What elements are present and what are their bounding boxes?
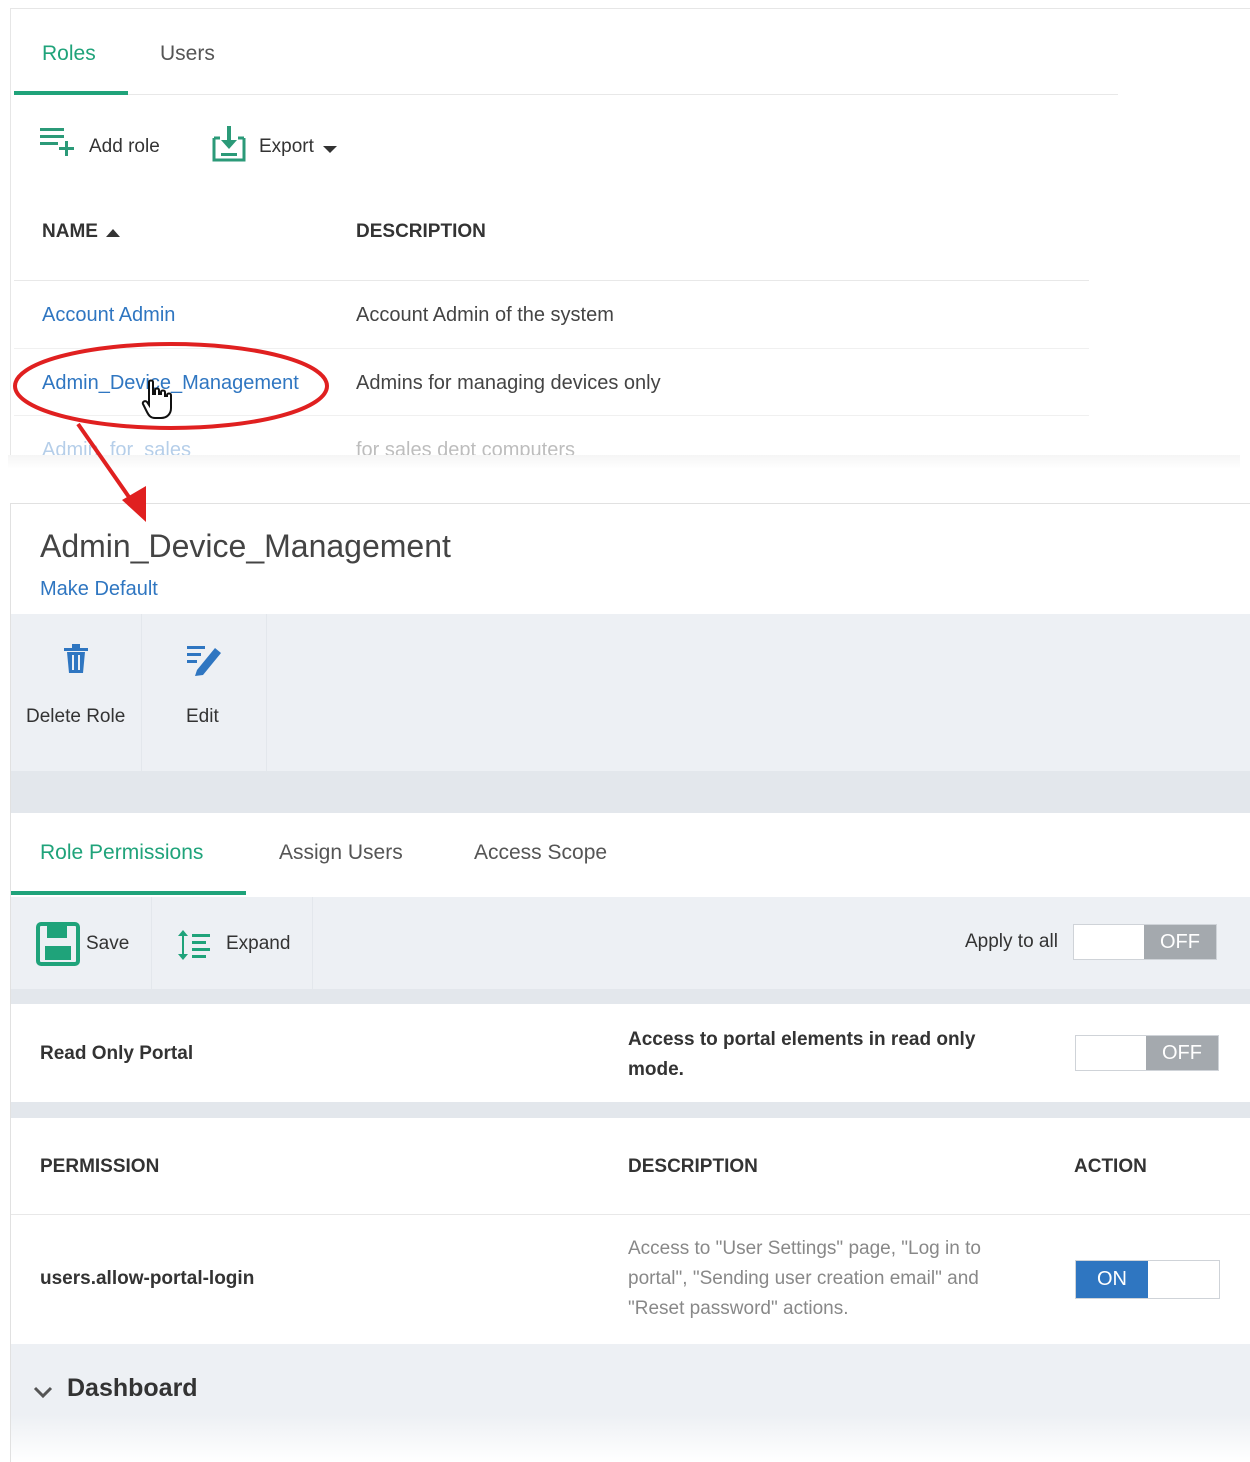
section-separator: [11, 771, 1250, 813]
row-divider: [14, 348, 1089, 349]
header-divider: [11, 1214, 1250, 1215]
name-column-header[interactable]: NAME: [42, 221, 121, 243]
torn-edge: [8, 455, 1240, 469]
row-divider: [14, 415, 1089, 416]
tab-role-permissions[interactable]: Role Permissions: [40, 841, 203, 865]
toggle-state: OFF: [1146, 1036, 1218, 1070]
active-tab-indicator: [14, 91, 128, 95]
header-divider: [14, 280, 1089, 281]
toggle-state: ON: [1076, 1261, 1148, 1298]
chevron-down-icon: [33, 1386, 53, 1399]
dashboard-section[interactable]: Dashboard: [11, 1344, 1250, 1462]
tab-assign-users[interactable]: Assign Users: [279, 841, 403, 865]
roles-panel: Roles Users Add role Export NAME DESCRIP: [10, 8, 1250, 464]
permission-toggle[interactable]: ON: [1075, 1260, 1220, 1299]
role-link-admin-device-management[interactable]: Admin_Device_Management: [42, 372, 299, 395]
read-only-portal-toggle[interactable]: OFF: [1075, 1035, 1219, 1071]
delete-role-label: Delete Role: [26, 706, 126, 727]
tab-users[interactable]: Users: [160, 42, 215, 66]
description-column-header: DESCRIPTION: [356, 221, 486, 242]
expand-label: Expand: [226, 933, 291, 954]
export-label: Export: [259, 136, 314, 157]
add-list-icon: [40, 128, 74, 156]
tab-roles[interactable]: Roles: [42, 42, 96, 66]
toggle-state: OFF: [1144, 925, 1216, 959]
expand-icon: [178, 930, 210, 960]
role-description: Admins for managing devices only: [356, 372, 661, 394]
active-tab-indicator: [11, 891, 246, 895]
permission-description: Access to "User Settings" page, "Log in …: [628, 1238, 981, 1319]
sort-ascending-icon: [106, 229, 121, 237]
add-role-button[interactable]: Add role: [38, 124, 178, 164]
permission-name: users.allow-portal-login: [40, 1268, 255, 1289]
make-default-link[interactable]: Make Default: [40, 578, 158, 601]
permissions-toolbar: Save Expand Apply to all OFF: [11, 897, 1250, 989]
save-icon: [36, 922, 80, 966]
role-detail-panel: Admin_Device_Management Make Default Del…: [10, 503, 1250, 1462]
export-dropdown[interactable]: Export: [211, 124, 351, 164]
save-label: Save: [86, 933, 130, 954]
section-separator: [11, 1102, 1250, 1118]
section-separator: [11, 989, 1250, 1004]
name-header-label: NAME: [42, 221, 98, 242]
permission-column-header: PERMISSION: [40, 1156, 160, 1177]
role-description: Account Admin of the system: [356, 304, 614, 326]
caret-down-icon: [323, 146, 337, 153]
dashboard-label: Dashboard: [67, 1374, 198, 1402]
edit-label: Edit: [186, 706, 219, 727]
save-button[interactable]: Save: [11, 897, 152, 989]
apply-to-all-label: Apply to all: [965, 931, 1058, 952]
role-title: Admin_Device_Management: [40, 528, 451, 564]
trash-icon: [64, 644, 88, 673]
read-only-portal-description: Access to portal elements in read only m…: [628, 1029, 976, 1080]
tab-divider: [128, 94, 1118, 95]
expand-button[interactable]: Expand: [152, 897, 313, 989]
tab-access-scope[interactable]: Access Scope: [474, 841, 607, 865]
export-icon: [212, 126, 246, 162]
read-only-portal-label: Read Only Portal: [40, 1043, 194, 1064]
role-link-account-admin[interactable]: Account Admin: [42, 304, 175, 327]
action-column-header: ACTION: [1074, 1156, 1147, 1177]
edit-pencil-icon: [187, 646, 221, 676]
edit-button[interactable]: Edit: [142, 614, 267, 771]
apply-to-all-toggle[interactable]: OFF: [1073, 924, 1217, 960]
delete-role-button[interactable]: Delete Role: [11, 614, 142, 771]
add-role-label: Add role: [89, 136, 160, 157]
role-actions-bar: Delete Role Edit: [11, 614, 1250, 771]
description-column-header: DESCRIPTION: [628, 1156, 758, 1177]
